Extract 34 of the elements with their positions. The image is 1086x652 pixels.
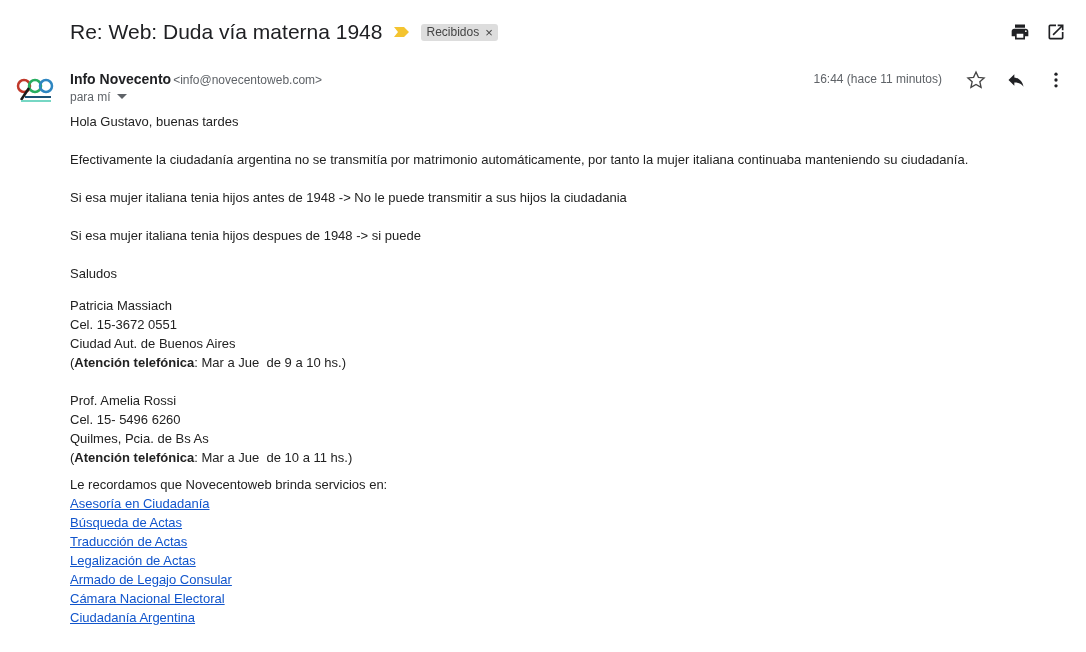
service-link[interactable]: Traducción de Actas [70, 534, 188, 549]
service-link[interactable]: Búsqueda de Actas [70, 515, 183, 530]
message-paragraph: Efectivamente la ciudadanía argentina no se transmitía por matrimonio automáticamente, por tanto la mujer italiana continuaba manteniendo su ciudadanía. [70, 152, 970, 168]
signature-line: (Atención telefónica: Mar a Jue de 10 a 11 hs.) [70, 449, 354, 467]
signature-line: Prof. Amelia Rossi [70, 392, 178, 410]
message-paragraph: Hola Gustavo, buenas tardes [70, 114, 240, 130]
email-subject: Re: Web: Duda vía materna 1948 [70, 20, 383, 44]
signature-line: (Atención telefónica: Mar a Jue de 9 a 10 hs.) [70, 354, 347, 372]
new-window-icon[interactable] [1046, 22, 1066, 42]
services-intro: Le recordamos que Novecentoweb brinda servicios en: [70, 476, 389, 494]
importance-marker-icon[interactable] [394, 26, 411, 38]
star-icon[interactable] [966, 70, 986, 90]
remove-label-button[interactable]: × [485, 24, 493, 40]
service-link[interactable]: Legalización de Actas [70, 553, 196, 568]
signature-line: Cel. 15-3672 0551 [70, 316, 178, 334]
service-link[interactable]: Asesoría en Ciudadanía [70, 496, 210, 511]
recipient-dropdown[interactable]: para mí [70, 90, 323, 104]
message-paragraph: Si esa mujer italiana tenia hijos antes de 1948 -> No le puede transmitir a sus hijos la ciudadania [70, 190, 628, 206]
sender-email: <info@novecentoweb.com> [173, 73, 323, 87]
message-paragraph: Saludos [70, 266, 118, 282]
service-link[interactable]: Cámara Nacional Electoral [70, 591, 225, 606]
signature-line: Ciudad Aut. de Buenos Aires [70, 335, 237, 353]
signature-line: Quilmes, Pcia. de Bs As [70, 430, 210, 448]
signature-line: Cel. 15- 5496 6260 [70, 411, 182, 429]
signature-line: Patricia Massiach [70, 297, 173, 315]
message-paragraph: Si esa mujer italiana tenia hijos despues de 1948 -> si puede [70, 228, 422, 244]
caret-icon [116, 94, 127, 100]
message-time: 16:44 (hace 11 minutos) [813, 72, 942, 86]
service-link[interactable]: Ciudadanía Argentina [70, 610, 196, 625]
service-link[interactable]: Armado de Legajo Consular [70, 572, 232, 587]
label-text: Recibidos [426, 25, 480, 39]
sender-logo-icon [15, 76, 55, 104]
print-icon[interactable] [1010, 22, 1030, 42]
sender-name: Info Novecento [70, 71, 172, 87]
